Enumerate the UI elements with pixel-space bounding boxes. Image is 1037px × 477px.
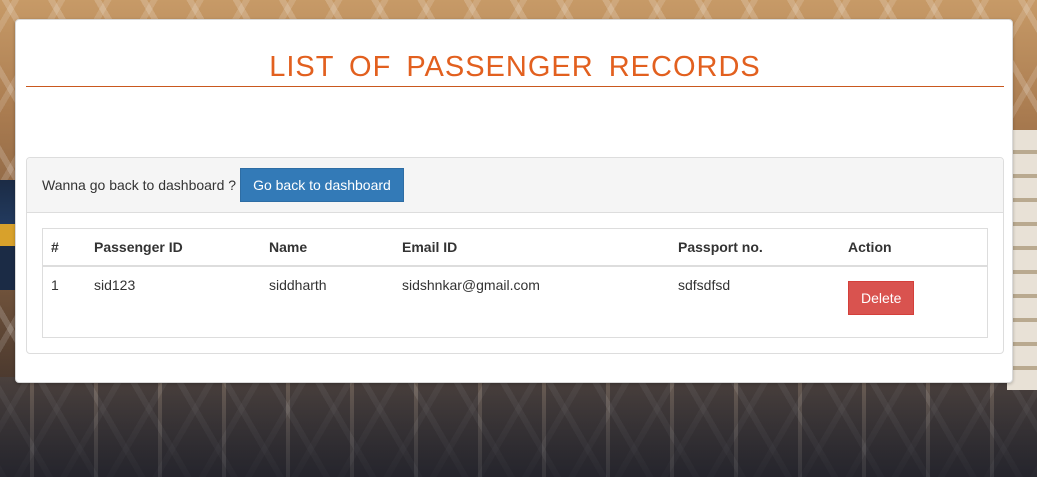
background-airport-floor <box>0 377 1037 477</box>
table-header-row: # Passenger ID Name Email ID Passport no… <box>43 229 987 267</box>
header-number: # <box>43 229 86 267</box>
header-passport-no: Passport no. <box>670 229 840 267</box>
back-to-dashboard-button[interactable]: Go back to dashboard <box>240 168 404 202</box>
header-name: Name <box>261 229 394 267</box>
header-email-id: Email ID <box>394 229 670 267</box>
background-departure-board <box>0 180 16 290</box>
header-passenger-id: Passenger ID <box>86 229 261 267</box>
dashboard-prompt-text: Wanna go back to dashboard ? <box>42 177 237 193</box>
passenger-table: # Passenger ID Name Email ID Passport no… <box>43 229 987 315</box>
panel-heading: Wanna go back to dashboard ? Go back to … <box>27 158 1003 213</box>
delete-button[interactable]: Delete <box>848 281 915 315</box>
cell-passport: sdfsdfsd <box>678 277 731 293</box>
cell-name: siddharth <box>269 277 327 293</box>
header-action: Action <box>840 229 987 267</box>
cell-number: 1 <box>51 277 59 293</box>
title-divider <box>26 86 1004 87</box>
cell-passenger-id: sid123 <box>94 277 136 293</box>
table-row: 1 sid123 siddharth sidshnkar@gmail.com s… <box>43 266 987 315</box>
records-card: LIST OF PASSENGER RECORDS Wanna go back … <box>15 19 1013 383</box>
page-title: LIST OF PASSENGER RECORDS <box>269 51 761 83</box>
passenger-table-container: # Passenger ID Name Email ID Passport no… <box>42 228 988 338</box>
cell-action: Delete <box>840 266 987 315</box>
cell-email: sidshnkar@gmail.com <box>402 277 540 293</box>
records-panel: Wanna go back to dashboard ? Go back to … <box>26 157 1004 354</box>
